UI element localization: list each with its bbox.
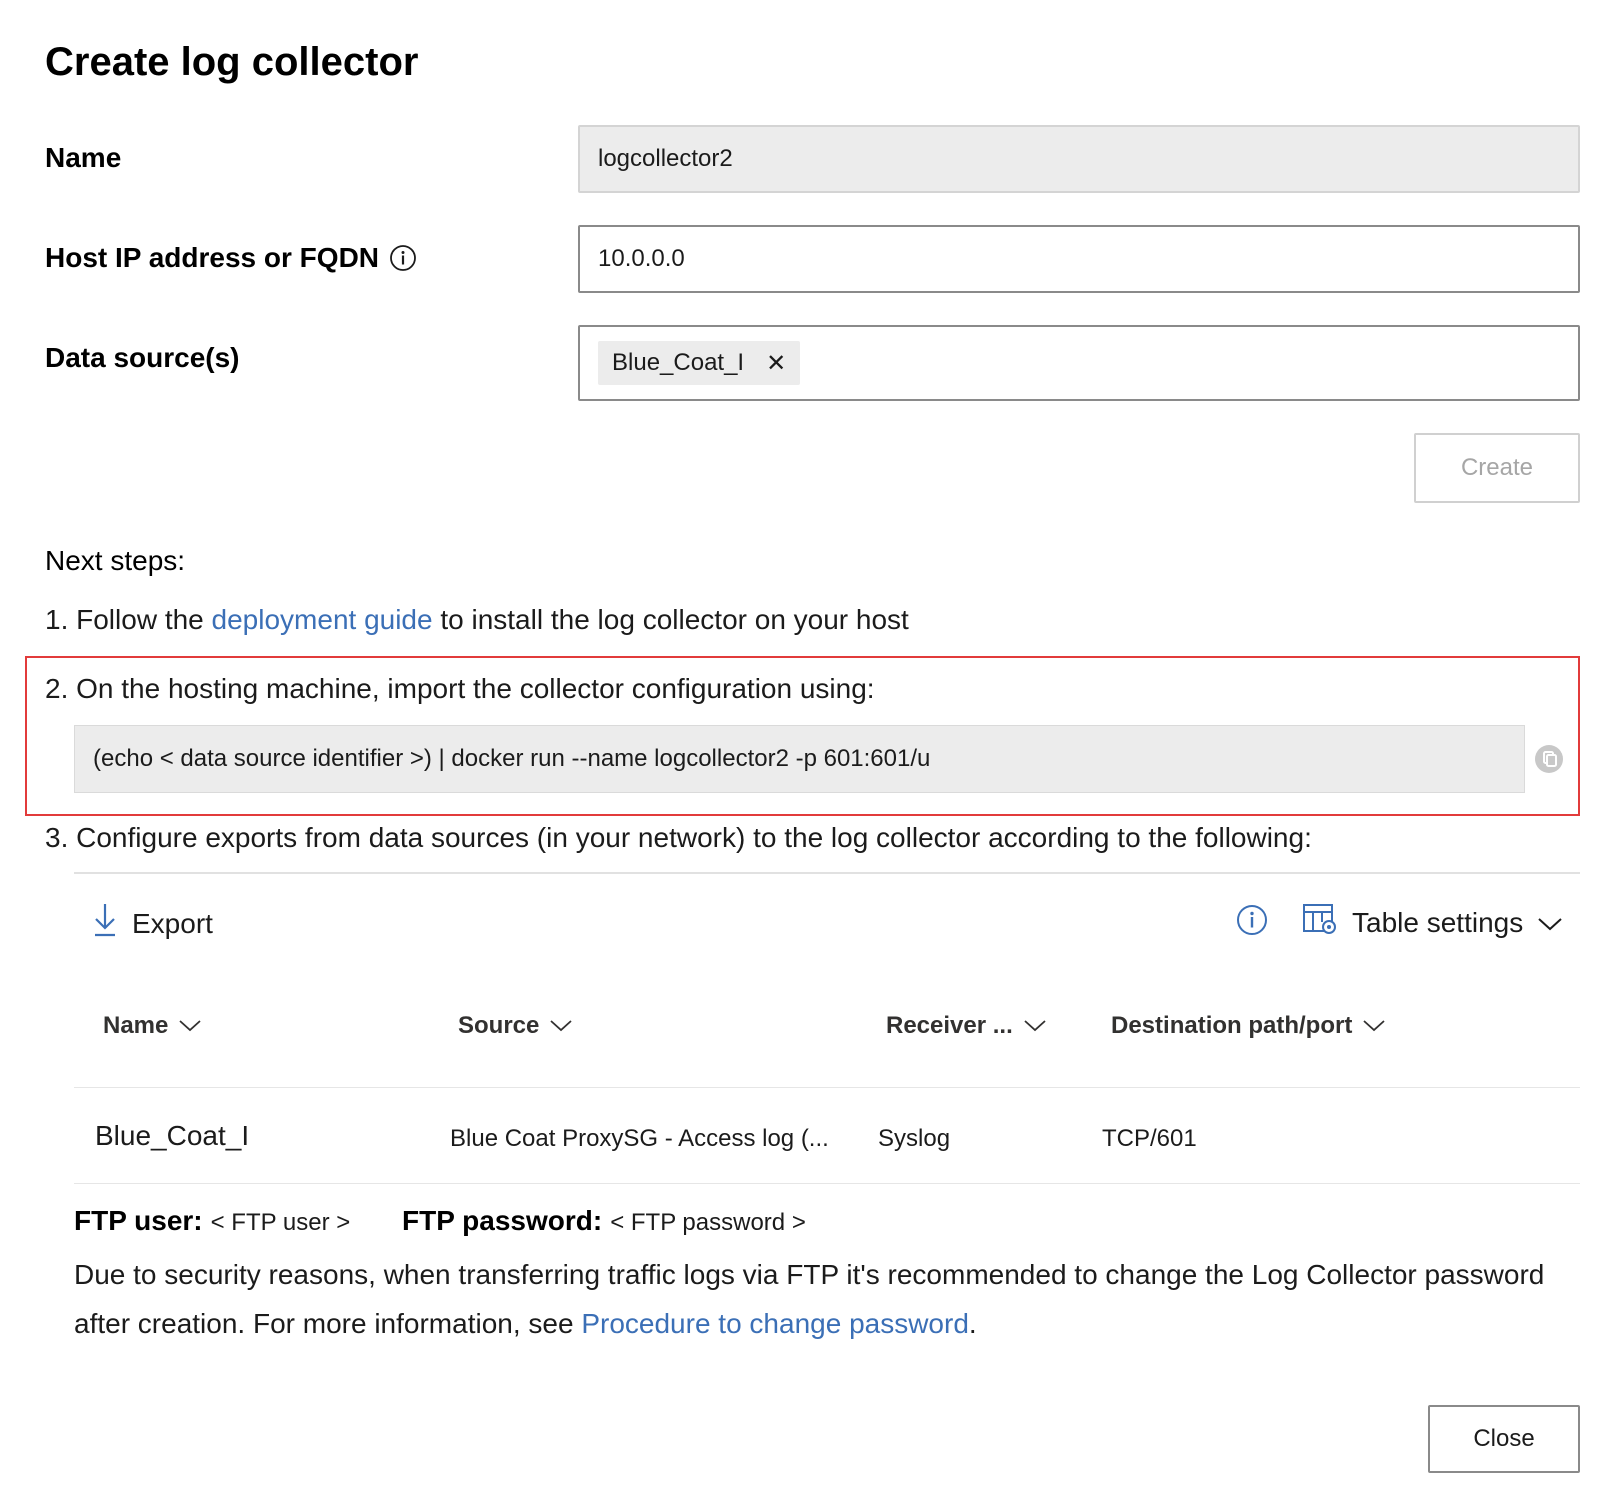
step-1-suffix: to install the log collector on your hos… [432,604,909,635]
chevron-down-icon [549,1012,573,1040]
ftp-password-value: < FTP password > [610,1209,806,1236]
chevron-down-icon [178,1012,202,1040]
table-top-divider [74,872,1580,874]
column-header-name[interactable]: Name [103,1012,202,1040]
export-button[interactable]: Export [92,902,213,945]
column-header-name-label: Name [103,1012,169,1039]
column-header-destination[interactable]: Destination path/port [1111,1012,1386,1040]
host-field-value: 10.0.0.0 [598,245,685,272]
ftp-note-end: . [968,1308,977,1339]
host-label-text: Host IP address or FQDN [45,242,380,273]
step-2: 2. On the hosting machine, import the co… [45,673,875,705]
row-name-cell: Blue_Coat_I [95,1120,250,1151]
name-field[interactable]: logcollector2 [578,125,1580,193]
table-bottom-divider [74,1183,1580,1184]
name-field-value: logcollector2 [598,145,733,172]
chevron-down-icon [1362,1012,1386,1040]
step-2-text: 2. On the hosting machine, import the co… [45,673,875,704]
row-destination-cell: TCP/601 [1102,1125,1197,1152]
deployment-guide-link[interactable]: deployment guide [212,604,433,635]
data-sources-field[interactable]: Blue_Coat_I ✕ [578,325,1580,401]
ftp-user-label: FTP user: [74,1205,203,1236]
chevron-down-icon [1023,1012,1047,1040]
ftp-security-note: Due to security reasons, when transferri… [74,1250,1594,1348]
command-box[interactable]: (echo < data source identifier >) | dock… [74,725,1525,793]
column-header-receiver[interactable]: Receiver ... [886,1012,1047,1040]
step-3-text: 3. Configure exports from data sources (… [45,822,1312,853]
column-header-source[interactable]: Source [458,1012,573,1040]
name-label-text: Name [45,142,122,173]
ftp-user: FTP user: < FTP user > [74,1205,350,1237]
command-text: (echo < data source identifier >) | dock… [93,745,931,772]
column-header-source-label: Source [458,1012,540,1039]
export-label: Export [132,907,213,939]
column-header-receiver-label: Receiver ... [886,1012,1013,1039]
table-info-icon[interactable] [1236,904,1268,941]
table-row[interactable]: Blue_Coat_I Blue Coat ProxySG - Access l… [74,1088,1580,1182]
change-password-link[interactable]: Procedure to change password [581,1308,969,1339]
row-receiver-cell: Syslog [878,1125,951,1152]
chevron-down-icon [1537,907,1563,939]
step-1: 1. Follow the deployment guide to instal… [45,604,909,636]
ftp-password-label: FTP password: [402,1205,603,1236]
host-label: Host IP address or FQDN [45,242,417,274]
step-1-prefix: 1. Follow the [45,604,212,635]
step-3: 3. Configure exports from data sources (… [45,822,1312,854]
data-sources-label: Data source(s) [45,342,240,374]
next-steps-heading: Next steps: [45,545,186,576]
name-label: Name [45,142,121,174]
create-button[interactable]: Create [1414,433,1580,503]
data-source-chip[interactable]: Blue_Coat_I ✕ [598,341,801,385]
info-circle-icon[interactable] [389,244,417,272]
dialog-title: Create log collector [45,40,419,84]
close-icon[interactable]: ✕ [766,349,786,378]
close-button[interactable]: Close [1428,1405,1580,1473]
table-settings-icon [1302,902,1338,943]
download-arrow-icon [92,902,118,945]
copy-icon[interactable] [1534,744,1564,779]
host-field[interactable]: 10.0.0.0 [578,225,1580,293]
data-sources-label-text: Data source(s) [45,342,240,373]
row-source-cell: Blue Coat ProxySG - Access log (... [450,1125,829,1152]
table-settings-label: Table settings [1352,906,1524,938]
ftp-password: FTP password: < FTP password > [402,1205,806,1237]
table-settings-button[interactable]: Table settings [1302,902,1563,943]
data-source-chip-label: Blue_Coat_I [612,349,745,376]
column-header-destination-label: Destination path/port [1111,1012,1353,1039]
ftp-user-value: < FTP user > [210,1209,351,1236]
